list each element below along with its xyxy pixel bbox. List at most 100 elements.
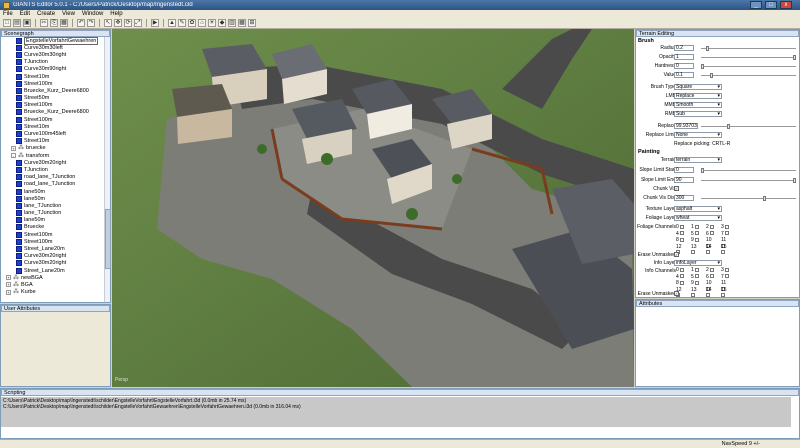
opacity-slider-knob[interactable] (793, 55, 796, 60)
checkbox-box[interactable] (725, 267, 730, 272)
hardness-slider-knob[interactable] (701, 64, 704, 69)
scenegraph-node[interactable]: Street100m (1, 80, 105, 87)
scenegraph-node[interactable]: + ⁂ Kurbe (1, 289, 105, 296)
minimize-button[interactable]: _ (750, 1, 762, 9)
slope-start-slider[interactable] (701, 168, 796, 173)
slope-limit-start-input[interactable]: 0 (674, 167, 694, 173)
shape-icon[interactable]: ◆ (218, 19, 226, 27)
undo-icon[interactable]: ↶ (77, 19, 85, 27)
channel-checkbox[interactable]: 4 (676, 231, 686, 237)
scenegraph-node[interactable]: road_lane_TJunction (1, 181, 105, 188)
erase-unmasked-checkbox-2[interactable]: ✓ (674, 291, 679, 296)
cut-icon[interactable]: ✂ (40, 19, 48, 27)
scenegraph-node[interactable]: + ⁂ BGA (1, 281, 105, 288)
checkbox-box[interactable] (680, 231, 685, 236)
move-icon[interactable]: ✥ (114, 19, 122, 27)
scenegraph-node[interactable]: Bruecke (1, 224, 105, 231)
channel-checkbox[interactable]: 7 (721, 274, 731, 280)
mmb-select[interactable]: Smooth (674, 102, 722, 108)
menu-help[interactable]: Help (110, 11, 122, 17)
menu-file[interactable]: File (3, 11, 13, 17)
expand-toggle-icon[interactable]: - (11, 153, 16, 159)
scripting-output[interactable]: C:\Users\Patrick\Desktop\map\Ingenstedt\… (1, 397, 791, 427)
checkbox-box[interactable] (710, 231, 715, 236)
channel-checkbox[interactable]: 6 (706, 231, 716, 237)
info-layer-select[interactable]: infoLayer (674, 260, 722, 266)
checkbox-box[interactable] (680, 237, 685, 242)
slope-limit-end-input[interactable]: 90 (674, 177, 694, 183)
paint-icon[interactable]: ✎ (178, 19, 186, 27)
channel-checkbox[interactable]: 5 (691, 231, 701, 237)
scenegraph-node[interactable]: Street10m (1, 123, 105, 130)
3d-viewport[interactable]: Persp (112, 29, 634, 387)
scenegraph-node[interactable]: lane_TJunction (1, 210, 105, 217)
scenegraph-node[interactable]: - ⁂ transform (1, 152, 105, 159)
checkbox-box[interactable] (680, 267, 685, 272)
scenegraph-node[interactable]: + ⁂ bruecke (1, 145, 105, 152)
replace-limit-select[interactable]: None (674, 132, 722, 138)
camera-icon[interactable]: ⌂ (198, 19, 206, 27)
chunk-dist-knob[interactable] (763, 196, 766, 201)
radius-slider[interactable] (701, 46, 796, 51)
checkbox-box[interactable] (695, 237, 700, 242)
scenegraph-node[interactable]: Street10m (1, 73, 105, 80)
channel-checkbox[interactable]: 0 (676, 224, 686, 230)
channel-checkbox[interactable]: 4 (676, 274, 686, 280)
checkbox-box[interactable] (725, 231, 730, 236)
new-icon[interactable]: □ (3, 19, 11, 27)
channel-checkbox[interactable]: 1 (691, 267, 701, 273)
channel-checkbox[interactable]: 7 (721, 231, 731, 237)
slope-end-slider[interactable] (701, 178, 796, 183)
expand-toggle-icon[interactable]: + (6, 289, 11, 295)
brush-type-select[interactable]: Square (674, 84, 722, 90)
channel-checkbox[interactable]: 1 (691, 224, 701, 230)
close-button[interactable]: x (780, 1, 792, 9)
checkbox-box[interactable] (680, 280, 685, 285)
channel-checkbox[interactable]: 2 (706, 267, 716, 273)
scenegraph-node[interactable]: Curve100m45left (1, 130, 105, 138)
chunk-dist-slider[interactable] (701, 196, 796, 201)
menu-edit[interactable]: Edit (20, 11, 30, 17)
opacity-input[interactable]: 1 (674, 54, 694, 60)
checkbox-box[interactable] (695, 224, 700, 229)
checkbox-box[interactable] (680, 224, 685, 229)
scenegraph-node[interactable]: Curve30m20right (1, 253, 105, 260)
value-input[interactable]: 0.1 (674, 72, 694, 78)
open-icon[interactable]: ▤ (13, 19, 21, 27)
grid-icon[interactable]: ▦ (238, 19, 246, 27)
channel-checkbox[interactable]: 3 (721, 267, 731, 273)
replace-slider-knob[interactable] (727, 124, 730, 129)
foliage-layer-select[interactable]: wheat (674, 215, 722, 221)
opacity-slider[interactable] (701, 55, 796, 60)
scenegraph-node[interactable]: lane_TJunction (1, 202, 105, 209)
play-icon[interactable]: ▶ (151, 19, 159, 27)
channel-checkbox[interactable]: 10 (706, 280, 716, 291)
channel-checkbox[interactable]: 11 (721, 280, 731, 291)
scenegraph-node[interactable]: Street100m (1, 116, 105, 123)
snap-icon[interactable]: ⊞ (248, 19, 256, 27)
scenegraph-node[interactable]: Street10m (1, 138, 105, 145)
select-icon[interactable]: ↖ (104, 19, 112, 27)
menu-window[interactable]: Window (82, 11, 103, 17)
channel-checkbox[interactable]: 13 (691, 244, 701, 255)
replace-slider[interactable] (701, 124, 796, 129)
hardness-slider[interactable] (701, 64, 796, 69)
scenegraph-node[interactable]: Street_Lane20m (1, 267, 105, 274)
channel-checkbox[interactable]: 12 (676, 244, 686, 255)
save-icon[interactable]: ▣ (23, 19, 31, 27)
checkbox-box[interactable] (710, 267, 715, 272)
checkbox-box[interactable] (710, 274, 715, 279)
channel-checkbox[interactable]: 8 (676, 237, 686, 243)
channel-checkbox[interactable]: 5 (691, 274, 701, 280)
checkbox-box[interactable] (725, 274, 730, 279)
channel-checkbox[interactable]: 10 (706, 237, 716, 248)
channel-checkbox[interactable]: 8 (676, 280, 686, 286)
scenegraph-node[interactable]: TJunction (1, 166, 105, 173)
scenegraph-node[interactable]: Curve30m30left (1, 44, 105, 51)
expand-toggle-icon[interactable]: + (6, 282, 11, 288)
channel-checkbox[interactable]: 11 (721, 237, 731, 248)
scale-icon[interactable]: ⤢ (134, 19, 142, 27)
checkbox-box[interactable] (695, 231, 700, 236)
terrain-select[interactable]: terrain (674, 157, 722, 163)
scenegraph-node[interactable]: Street100m (1, 231, 105, 238)
